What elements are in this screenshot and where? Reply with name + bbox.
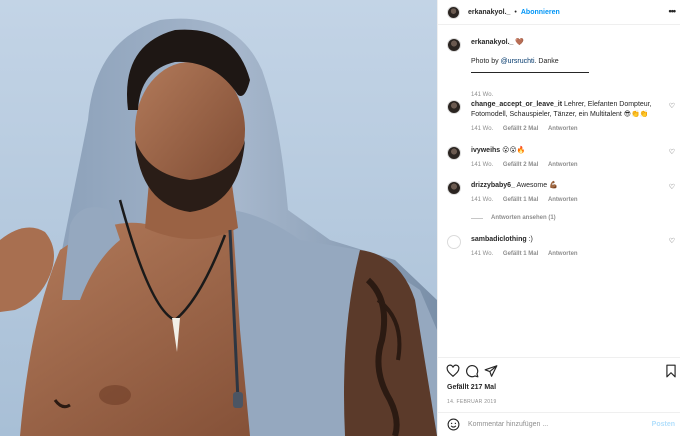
avatar[interactable]	[447, 38, 461, 52]
comment-likes[interactable]: Gefällt 1 Mal	[503, 197, 538, 203]
reply-button[interactable]: Antworten	[548, 162, 578, 168]
caption-emoji: 🤎	[515, 39, 525, 46]
comment-likes[interactable]: Gefällt 2 Mal	[503, 126, 538, 132]
caption-meta: 141 Wo.	[471, 92, 501, 98]
comment-body: ivyweihs 😮😮🔥	[471, 146, 661, 156]
bookmark-icon[interactable]	[664, 364, 678, 378]
caption-divider	[471, 72, 589, 73]
avatar[interactable]	[447, 146, 461, 160]
post-header: erkanakyol._ • Abonnieren •••	[438, 0, 680, 25]
comment-body: drizzybaby6_ Awesome 💪🏾	[471, 181, 661, 191]
comment-meta: 141 Wo. Gefällt 2 Mal Antworten	[471, 126, 586, 132]
heart-icon[interactable]	[446, 364, 460, 378]
comment-icon[interactable]	[465, 364, 479, 378]
comment-body: sambadiclothing :)	[471, 235, 661, 245]
avatar[interactable]	[447, 181, 461, 195]
more-options-icon[interactable]: •••	[669, 6, 677, 16]
comment-meta: 141 Wo. Gefällt 1 Mal Antworten	[471, 251, 586, 257]
reply-button[interactable]: Antworten	[548, 197, 578, 203]
comment-username[interactable]: sambadiclothing	[471, 236, 527, 243]
comment-text: Awesome 💪🏾	[516, 182, 558, 189]
share-icon[interactable]	[484, 364, 498, 378]
post-actions: Gefällt 217 Mal 14. FEBRUAR 2019	[438, 357, 680, 412]
add-comment-bar: Kommentar hinzufügen ... Posten	[438, 412, 680, 436]
comment-likes[interactable]: Gefällt 2 Mal	[503, 162, 538, 168]
comment-meta: 141 Wo. Gefällt 2 Mal Antworten	[471, 162, 586, 168]
caption-text-prefix: Photo by	[471, 58, 501, 65]
avatar[interactable]	[447, 5, 460, 19]
comment-body: change_accept_or_leave_it Lehrer, Elefan…	[471, 100, 661, 120]
comment-time[interactable]: 141 Wo.	[471, 251, 493, 257]
comment-input[interactable]: Kommentar hinzufügen ...	[468, 421, 652, 428]
avatar[interactable]	[447, 100, 461, 114]
comment-text: 😮😮🔥	[502, 147, 526, 154]
comment-username[interactable]: change_accept_or_leave_it	[471, 101, 562, 108]
photo-illustration	[0, 0, 437, 436]
comment-time[interactable]: 141 Wo.	[471, 197, 493, 203]
caption-username[interactable]: erkanakyol._	[471, 39, 513, 46]
post-photo[interactable]	[0, 0, 437, 436]
header-username[interactable]: erkanakyol._	[468, 9, 510, 16]
caption-time[interactable]: 141 Wo.	[471, 92, 493, 98]
separator-dot: •	[514, 8, 517, 16]
comment-meta: 141 Wo. Gefällt 1 Mal Antworten	[471, 197, 586, 203]
caption-text: Photo by @ursruchti. Danke	[471, 57, 661, 67]
reply-button[interactable]: Antworten	[548, 126, 578, 132]
comment-username[interactable]: ivyweihs	[471, 147, 500, 154]
likes-count[interactable]: Gefällt 217 Mal	[447, 384, 496, 391]
comment-username[interactable]: drizzybaby6_	[471, 182, 515, 189]
reply-button[interactable]: Antworten	[548, 251, 578, 257]
follow-button[interactable]: Abonnieren	[521, 9, 560, 16]
comment-like-icon[interactable]: ♡	[669, 102, 675, 110]
comment-time[interactable]: 141 Wo.	[471, 162, 493, 168]
comment-like-icon[interactable]: ♡	[669, 183, 675, 191]
smiley-icon[interactable]	[447, 418, 460, 431]
caption-body: erkanakyol._ 🤎 Photo by @ursruchti. Dank…	[471, 38, 661, 73]
caption-text-suffix: . Danke	[534, 58, 559, 65]
comment-text: :)	[528, 236, 533, 243]
comment-likes[interactable]: Gefällt 1 Mal	[503, 251, 538, 257]
avatar[interactable]	[447, 235, 461, 249]
post-sidebar: erkanakyol._ • Abonnieren ••• erkanakyol…	[437, 0, 680, 436]
comment-like-icon[interactable]: ♡	[669, 237, 675, 245]
caption-mention[interactable]: @ursruchti	[501, 58, 535, 65]
view-replies-button[interactable]: Antworten ansehen (1)	[471, 215, 556, 221]
instagram-post: erkanakyol._ • Abonnieren ••• erkanakyol…	[0, 0, 680, 436]
comment-time[interactable]: 141 Wo.	[471, 126, 493, 132]
post-comment-button[interactable]: Posten	[652, 421, 675, 428]
post-date[interactable]: 14. FEBRUAR 2019	[447, 399, 497, 405]
comments-list[interactable]: erkanakyol._ 🤎 Photo by @ursruchti. Dank…	[438, 26, 680, 356]
comment-like-icon[interactable]: ♡	[669, 148, 675, 156]
